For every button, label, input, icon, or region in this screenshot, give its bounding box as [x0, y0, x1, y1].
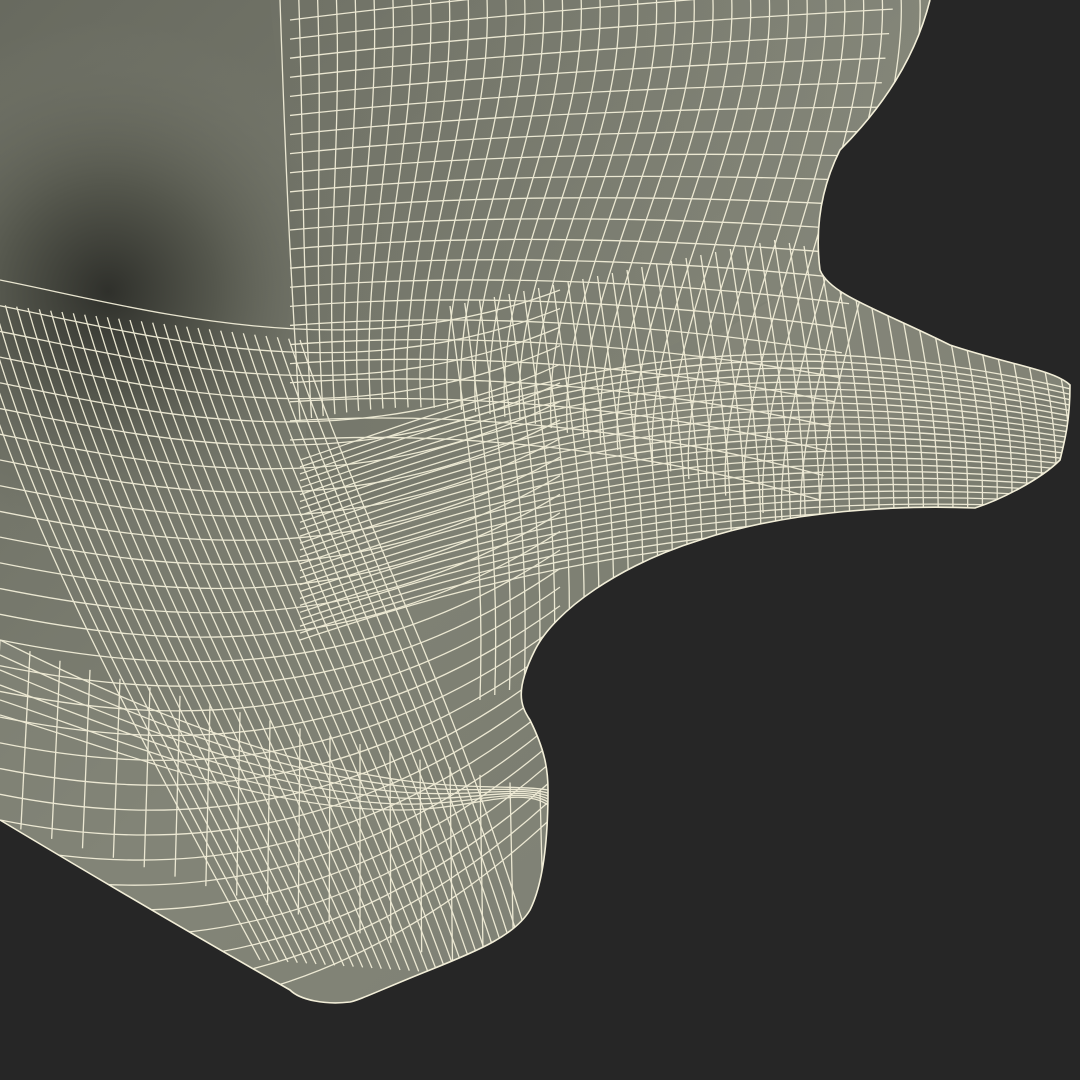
mesh-edge: [328, 736, 331, 924]
mesh-body: [0, 0, 1080, 1080]
wireframe-mesh-icon: [0, 0, 1080, 1080]
mesh-edge: [389, 751, 392, 943]
viewport: [0, 0, 1080, 1080]
